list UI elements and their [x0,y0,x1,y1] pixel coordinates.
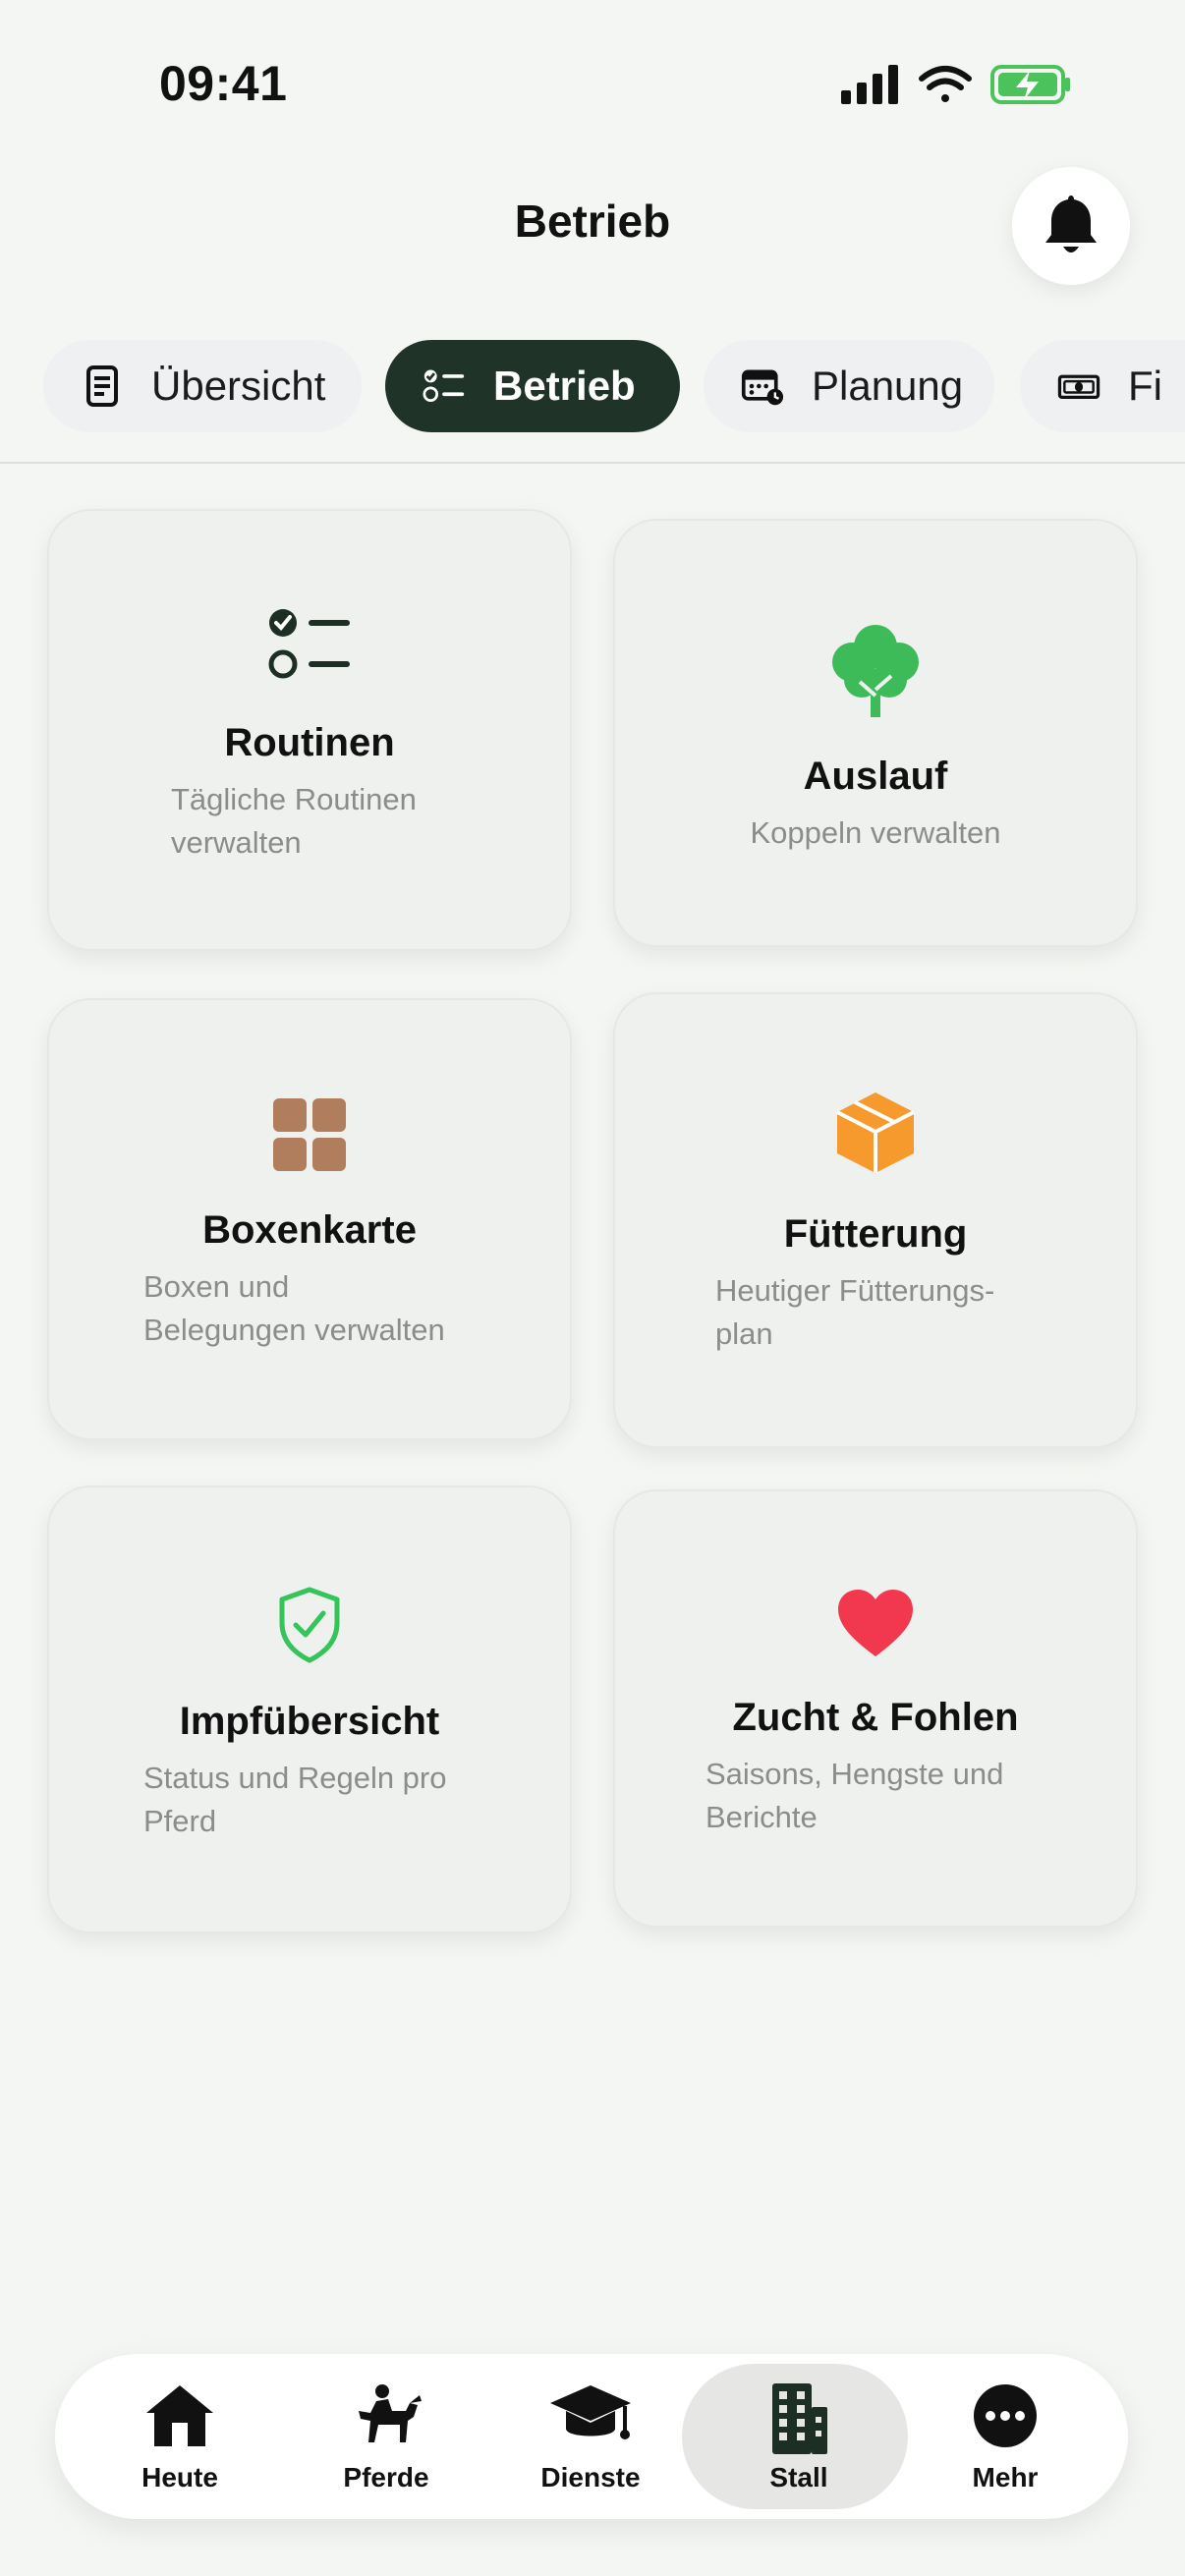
tab-finanzen[interactable]: Fi [1020,340,1185,432]
card-routinen[interactable]: Routinen Tägliche Routinen verwalten [47,509,572,951]
status-icons [837,61,1073,110]
tab-label: Übersicht [151,363,326,409]
graduation-cap-icon [487,2381,694,2452]
divider [0,462,1185,464]
tab-label: Fi [1128,363,1162,409]
tab-label: Betrieb [493,363,636,409]
nav-heute[interactable]: Heute [77,2354,283,2519]
status-bar: 09:41 [0,0,1185,172]
heart-icon [615,1588,1136,1658]
nav-pferde[interactable]: Pferde [283,2354,489,2519]
card-title: Impfübersicht [179,1700,440,1743]
battery-charging-icon [990,65,1070,104]
nav-stall[interactable]: Stall [682,2354,908,2519]
card-impfuebersicht[interactable]: Impfübersicht Status und Regeln pro Pfer… [47,1485,572,1933]
status-time: 09:41 [159,56,288,111]
tab-bar: Übersicht Betrieb Planung Fi [0,340,1185,432]
card-subtitle: Koppeln verwalten [750,815,1001,850]
tree-icon [615,619,1136,721]
document-icon [81,364,124,408]
notifications-button[interactable] [1012,167,1130,285]
more-icon [902,2381,1108,2450]
tab-label: Planung [812,363,964,409]
rider-icon [283,2381,489,2450]
money-icon [1057,364,1100,408]
building-icon [696,2381,902,2456]
card-title: Routinen [224,721,395,764]
house-icon [77,2381,283,2450]
card-boxenkarte[interactable]: Boxenkarte Boxen und Belegungen verwalte… [47,998,572,1440]
grid-icon [49,1098,570,1171]
card-subtitle: Status und Regeln pro Pferd [143,1761,447,1838]
checklist-icon [423,364,466,408]
tab-planung[interactable]: Planung [704,340,994,432]
card-title: Auslauf [803,755,948,798]
card-subtitle: Tägliche Routinen verwalten [171,782,417,860]
wifi-icon [919,66,972,102]
card-zucht-fohlen[interactable]: Zucht & Fohlen Saisons, Hengste und Beri… [613,1489,1138,1928]
nav-dienste[interactable]: Dienste [487,2354,694,2519]
card-title: Zucht & Fohlen [732,1696,1019,1739]
card-subtitle: Saisons, Hengste und Berichte [705,1757,1004,1834]
calendar-icon [741,364,784,408]
bell-icon [1045,196,1097,252]
tab-betrieb[interactable]: Betrieb [385,340,680,432]
box-icon [615,1091,1136,1175]
checklist-icon [49,605,570,684]
signal-icon [841,65,898,104]
card-subtitle: Boxen und Belegungen verwalten [143,1269,445,1347]
shield-check-icon [49,1586,570,1664]
card-title: Boxenkarte [202,1208,417,1252]
card-fuetterung[interactable]: Fütterung Heutiger Fütterungs- plan [613,992,1138,1448]
card-title: Fütterung [783,1212,968,1256]
nav-mehr[interactable]: Mehr [902,2354,1108,2519]
card-subtitle: Heutiger Fütterungs- plan [715,1273,995,1351]
page-title: Betrieb [514,196,671,247]
bottom-navigation: Heute Pferde Dienste Stall Mehr [55,2354,1128,2519]
card-auslauf[interactable]: Auslauf Koppeln verwalten [613,519,1138,947]
tab-uebersicht[interactable]: Übersicht [43,340,362,432]
